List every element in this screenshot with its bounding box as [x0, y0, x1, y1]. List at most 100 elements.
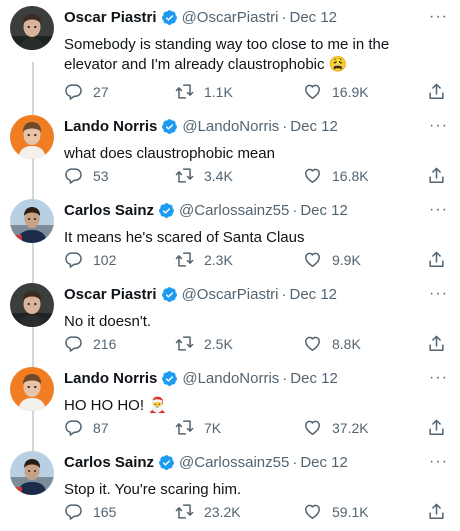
more-options-icon[interactable]: ···: [429, 201, 448, 219]
reply-count: 102: [93, 251, 117, 268]
retweet-icon: [175, 250, 194, 269]
share-button[interactable]: [427, 334, 446, 353]
user-handle[interactable]: @LandoNorris: [182, 370, 279, 387]
tweet[interactable]: Lando Norris @LandoNorris · Dec 12 ··· H…: [0, 361, 460, 445]
tweet[interactable]: Lando Norris @LandoNorris · Dec 12 ··· w…: [0, 109, 460, 193]
tweet-text: Somebody is standing way too close to me…: [64, 36, 390, 73]
share-icon: [427, 82, 446, 101]
retweet-button[interactable]: 2.3K: [175, 250, 233, 269]
more-options-icon[interactable]: ···: [429, 453, 448, 471]
avatar[interactable]: [10, 367, 54, 411]
like-button[interactable]: 37.2K: [303, 418, 369, 437]
avatar[interactable]: [10, 6, 54, 50]
more-options-icon[interactable]: ···: [429, 117, 448, 135]
like-button[interactable]: 16.9K: [303, 82, 369, 101]
reply-icon: [64, 418, 83, 437]
verified-badge-icon: [158, 202, 175, 219]
retweet-icon: [175, 166, 194, 185]
share-button[interactable]: [427, 502, 446, 521]
avatar-image: [10, 367, 54, 411]
avatar[interactable]: [10, 199, 54, 243]
tweet-header: Oscar Piastri @OscarPiastri · Dec 12: [64, 286, 420, 303]
retweet-icon: [175, 418, 194, 437]
share-button[interactable]: [427, 418, 446, 437]
tweet-actions: 87 7K 37.2K: [64, 418, 446, 438]
retweet-count: 2.5K: [204, 335, 233, 352]
user-handle[interactable]: @Carlossainz55: [179, 454, 289, 471]
avatar-image: [10, 451, 54, 495]
retweet-button[interactable]: 2.5K: [175, 334, 233, 353]
tweet-date[interactable]: Dec 12: [289, 9, 337, 26]
reply-button[interactable]: 27: [64, 82, 109, 101]
like-count: 16.9K: [332, 83, 369, 100]
reply-button[interactable]: 102: [64, 250, 116, 269]
like-button[interactable]: 9.9K: [303, 250, 361, 269]
share-button[interactable]: [427, 82, 446, 101]
verified-badge-icon: [161, 286, 178, 303]
avatar[interactable]: [10, 115, 54, 159]
display-name[interactable]: Lando Norris: [64, 118, 157, 135]
like-icon: [303, 502, 322, 521]
share-icon: [427, 250, 446, 269]
retweet-icon: [175, 334, 194, 353]
share-icon: [427, 334, 446, 353]
user-handle[interactable]: @Carlossainz55: [179, 202, 289, 219]
verified-badge-icon: [161, 118, 178, 135]
user-handle[interactable]: @LandoNorris: [182, 118, 279, 135]
like-button[interactable]: 8.8K: [303, 334, 361, 353]
share-button[interactable]: [427, 166, 446, 185]
more-options-icon[interactable]: ···: [429, 369, 448, 387]
reply-button[interactable]: 165: [64, 502, 116, 521]
like-count: 9.9K: [332, 251, 361, 268]
retweet-button[interactable]: 23.2K: [175, 502, 241, 521]
display-name[interactable]: Carlos Sainz: [64, 454, 154, 471]
share-icon: [427, 166, 446, 185]
display-name[interactable]: Oscar Piastri: [64, 9, 157, 26]
more-options-icon[interactable]: ···: [429, 8, 448, 26]
tweet-date[interactable]: Dec 12: [289, 286, 337, 303]
reply-button[interactable]: 53: [64, 166, 109, 185]
separator-dot: ·: [282, 118, 288, 135]
like-count: 37.2K: [332, 419, 369, 436]
tweet-text: HO HO HO! 🎅: [64, 397, 167, 414]
tweet-actions: 27 1.1K 16.9K: [64, 82, 446, 102]
reply-button[interactable]: 216: [64, 334, 116, 353]
like-icon: [303, 418, 322, 437]
retweet-count: 2.3K: [204, 251, 233, 268]
like-button[interactable]: 59.1K: [303, 502, 369, 521]
display-name[interactable]: Lando Norris: [64, 370, 157, 387]
verified-badge-icon: [161, 370, 178, 387]
avatar[interactable]: [10, 283, 54, 327]
separator-dot: ·: [292, 202, 298, 219]
reply-button[interactable]: 87: [64, 418, 109, 437]
display-name[interactable]: Carlos Sainz: [64, 202, 154, 219]
tweet[interactable]: Carlos Sainz @Carlossainz55 · Dec 12 ···…: [0, 193, 460, 277]
display-name[interactable]: Oscar Piastri: [64, 286, 157, 303]
verified-badge-icon: [158, 454, 175, 471]
tweet-date[interactable]: Dec 12: [300, 202, 348, 219]
tweet-header: Oscar Piastri @OscarPiastri · Dec 12: [64, 9, 420, 26]
retweet-count: 7K: [204, 419, 222, 436]
user-handle[interactable]: @OscarPiastri: [182, 9, 279, 26]
tweet[interactable]: Oscar Piastri @OscarPiastri · Dec 12 ···…: [0, 277, 460, 361]
tweet[interactable]: Carlos Sainz @Carlossainz55 · Dec 12 ···…: [0, 445, 460, 529]
tweet-date[interactable]: Dec 12: [290, 370, 338, 387]
more-options-icon[interactable]: ···: [429, 285, 448, 303]
tweet-text: Stop it. You're scaring him.: [64, 481, 242, 498]
retweet-button[interactable]: 7K: [175, 418, 221, 437]
reply-icon: [64, 502, 83, 521]
like-button[interactable]: 16.8K: [303, 166, 369, 185]
retweet-button[interactable]: 3.4K: [175, 166, 233, 185]
tweet-date[interactable]: Dec 12: [300, 454, 348, 471]
tweet[interactable]: Oscar Piastri @OscarPiastri · Dec 12 ···…: [0, 0, 460, 84]
avatar[interactable]: [10, 451, 54, 495]
reply-count: 27: [93, 83, 109, 100]
retweet-button[interactable]: 1.1K: [175, 82, 233, 101]
separator-dot: ·: [281, 286, 287, 303]
share-button[interactable]: [427, 250, 446, 269]
like-icon: [303, 334, 322, 353]
tweet-header: Lando Norris @LandoNorris · Dec 12: [64, 118, 420, 135]
user-handle[interactable]: @OscarPiastri: [182, 286, 279, 303]
like-icon: [303, 82, 322, 101]
tweet-date[interactable]: Dec 12: [290, 118, 338, 135]
